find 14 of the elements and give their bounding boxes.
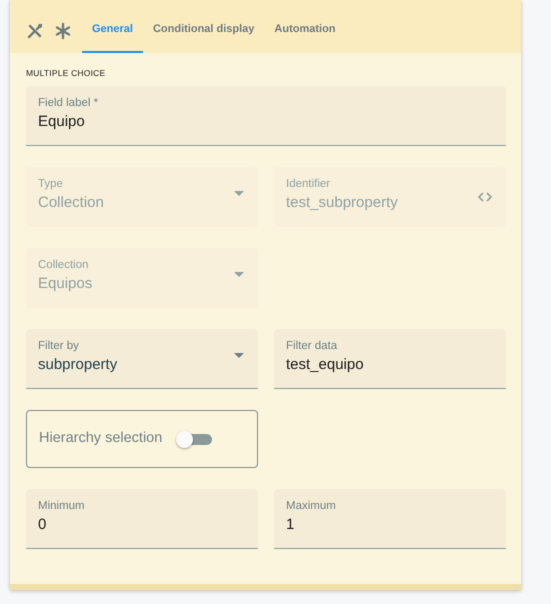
input-field[interactable]: Filter data test_equipo xyxy=(274,328,506,389)
toggle-switch[interactable] xyxy=(176,430,212,447)
input-field[interactable]: Maximum 1 xyxy=(274,488,506,549)
input-field[interactable]: Field label * Equipo xyxy=(26,86,506,146)
toggle-field[interactable]: Hierarchy selection xyxy=(26,410,258,468)
tab[interactable]: Conditional display xyxy=(142,8,264,53)
tab[interactable]: General xyxy=(82,8,143,53)
section-title: MULTIPLE CHOICE xyxy=(25,67,106,80)
tools-icon[interactable] xyxy=(26,22,44,40)
asterisk-icon[interactable] xyxy=(54,22,72,40)
dropdown-caret-icon[interactable] xyxy=(234,352,244,358)
tab[interactable]: Automation xyxy=(264,8,346,53)
select-field[interactable]: Filter by subproperty xyxy=(26,328,258,389)
input-field[interactable]: Minimum 0 xyxy=(26,488,258,549)
